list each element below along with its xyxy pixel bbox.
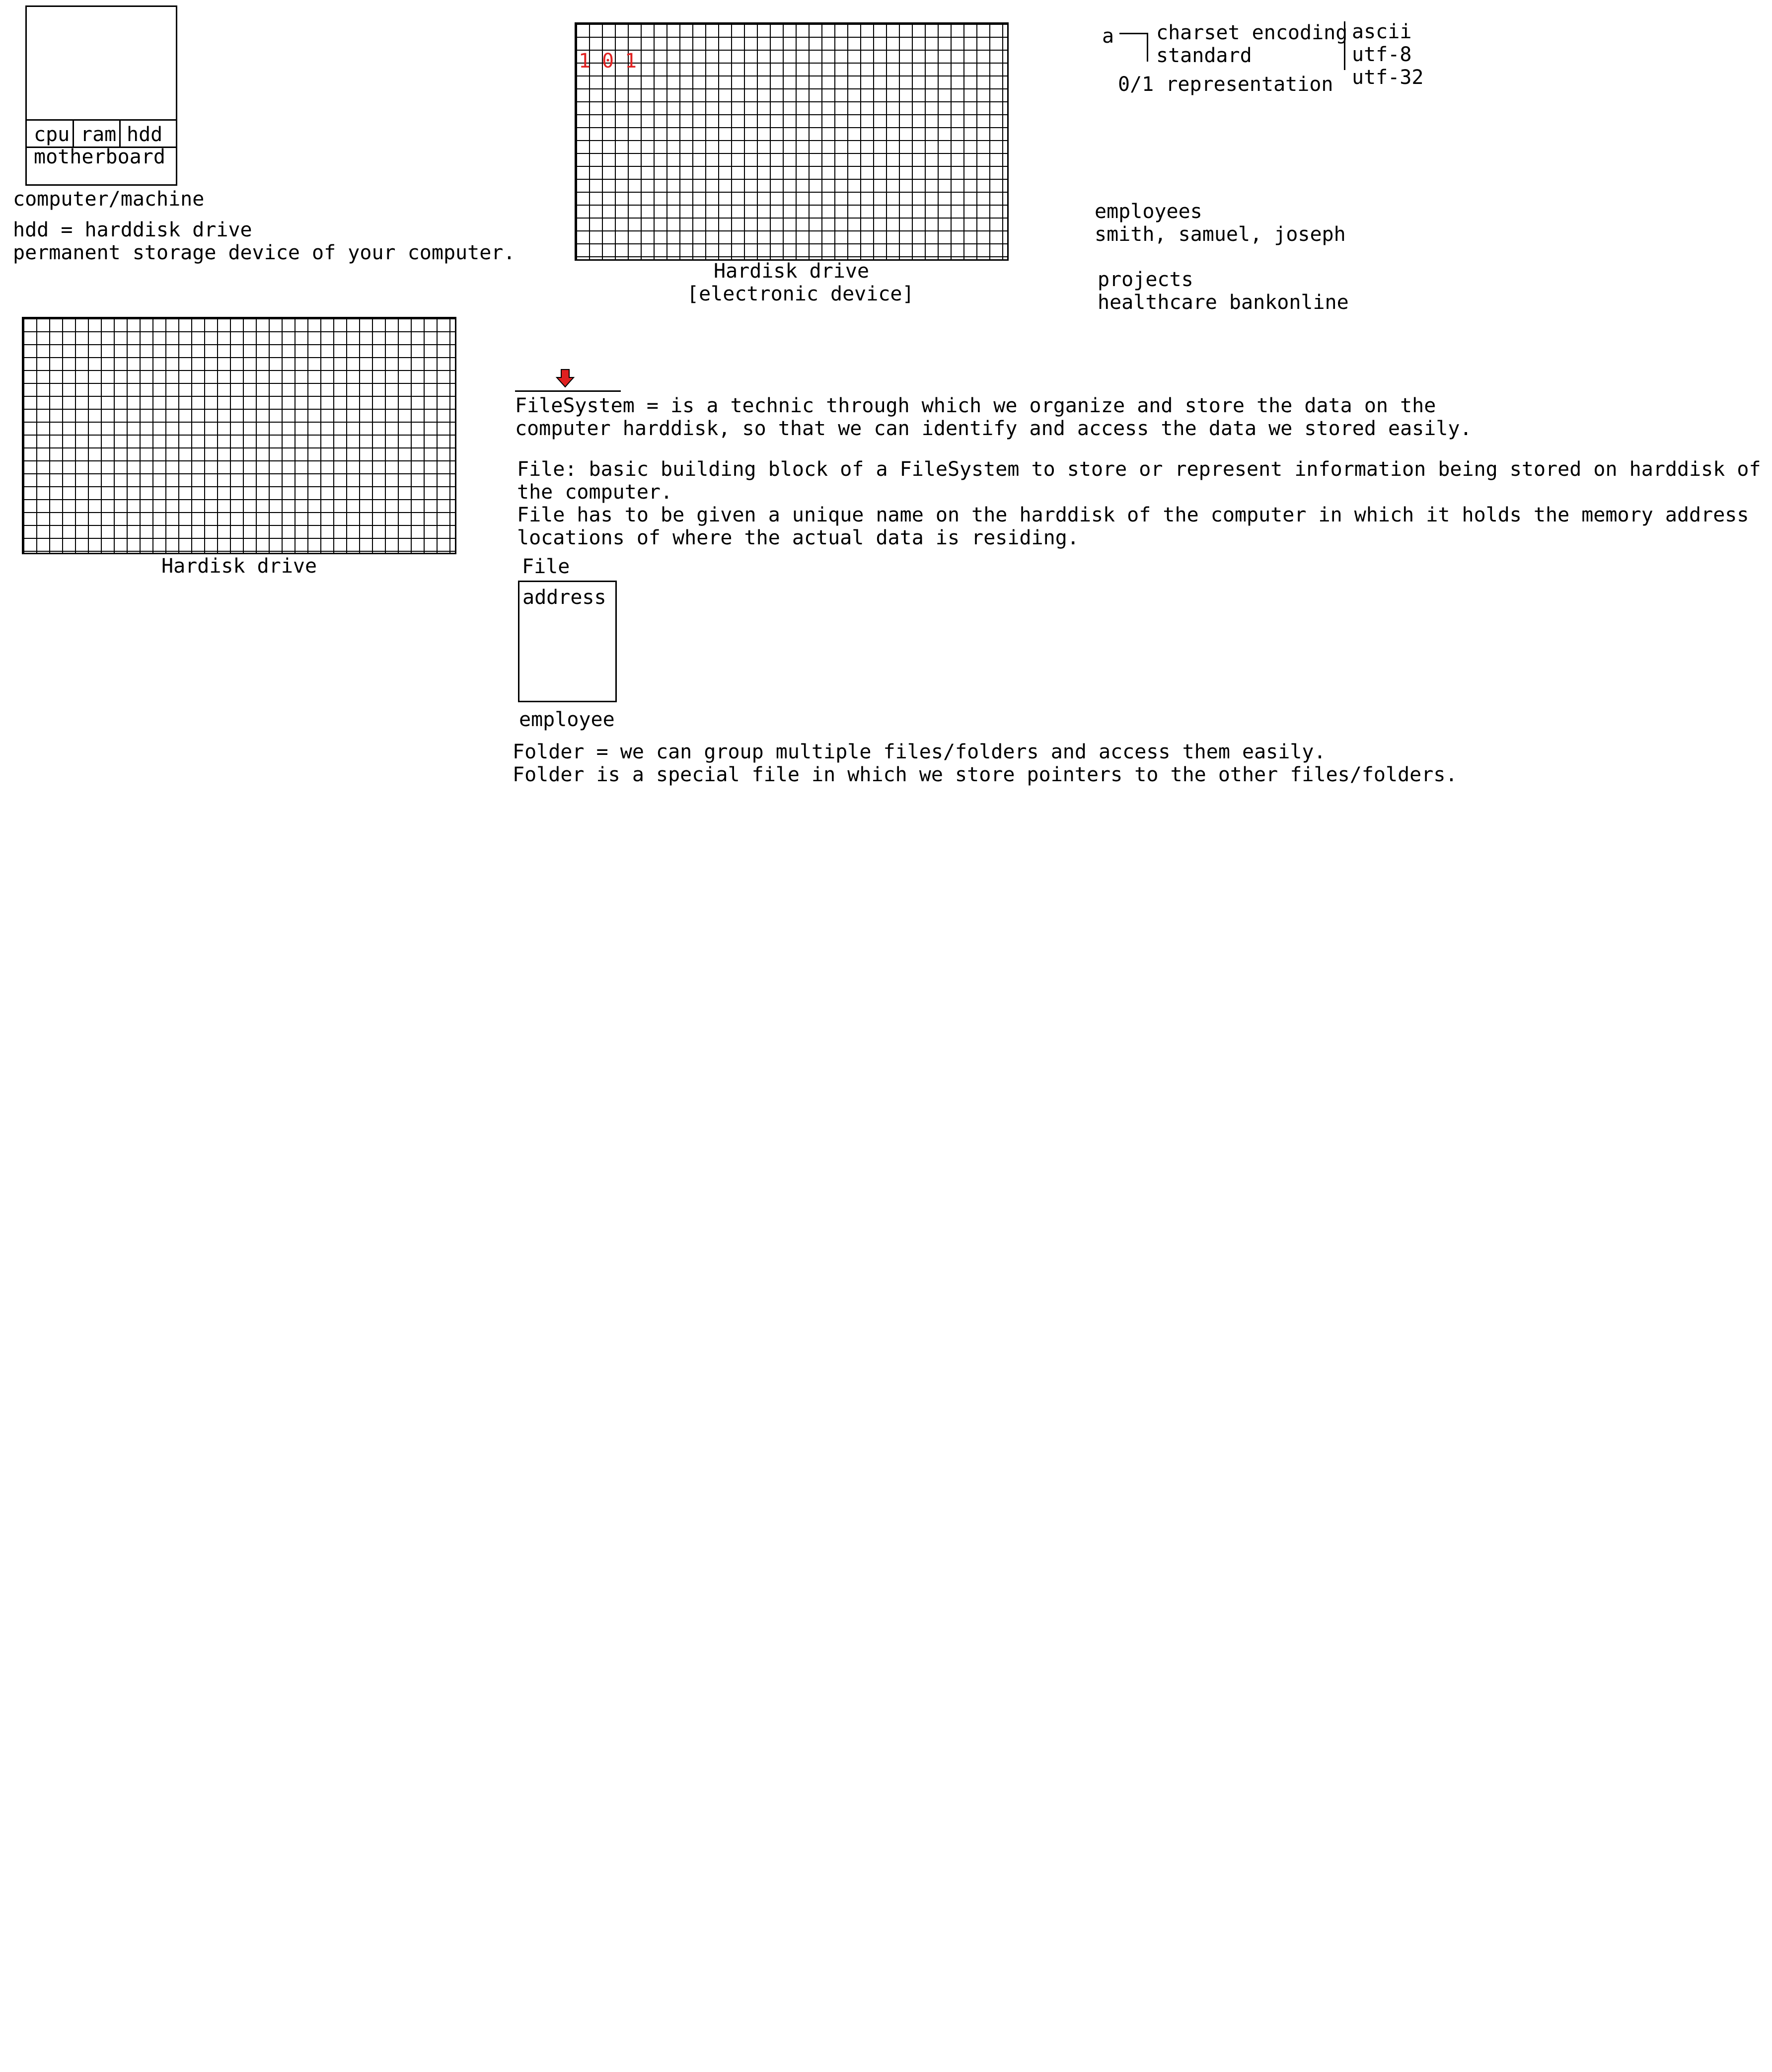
- encoding-connector-v: [1147, 33, 1148, 62]
- hdd-definition-line1: hdd = harddisk drive: [13, 219, 252, 241]
- encoding-standard-utf32: utf-32: [1352, 66, 1424, 89]
- encoding-standards-divider: [1344, 21, 1345, 70]
- harddisk-top-caption-line2: [electronic device]: [687, 283, 914, 305]
- computer-parts-top-divider: [25, 119, 177, 121]
- filesystem-line2: computer harddisk, so that we can identi…: [515, 417, 1472, 440]
- file-box-title: File: [522, 555, 570, 578]
- file-definition-line1: File: basic building block of a FileSyst…: [517, 458, 1761, 481]
- encoding-standard-ascii: ascii: [1352, 20, 1412, 43]
- file-definition-line2: the computer.: [517, 481, 673, 504]
- filesystem-underline: [515, 390, 621, 392]
- file-box-content: address: [522, 586, 606, 609]
- folder-definition-line2: Folder is a special file in which we sto…: [513, 763, 1458, 786]
- bit-2: 0: [602, 50, 614, 73]
- encoding-representation: 0/1 representation: [1118, 73, 1333, 96]
- filesystem-line1: FileSystem = is a technic through which …: [515, 394, 1436, 417]
- ram-hdd-divider: [119, 119, 121, 147]
- encoding-label-line2: standard: [1156, 44, 1252, 67]
- encoding-label-line1: charset encoding: [1156, 21, 1348, 44]
- projects-list: healthcare bankonline: [1098, 291, 1349, 314]
- encoding-connector-h: [1119, 33, 1148, 34]
- motherboard-label: motherboard: [34, 146, 165, 168]
- file-definition-line3: File has to be given a unique name on th…: [517, 504, 1749, 526]
- hdd-label: hdd: [127, 123, 163, 146]
- projects-title: projects: [1098, 268, 1193, 291]
- hdd-definition-line2: permanent storage device of your compute…: [13, 241, 516, 264]
- file-definition-line4: locations of where the actual data is re…: [517, 526, 1079, 549]
- cpu-label: cpu: [34, 123, 70, 146]
- down-arrow-icon: [555, 369, 575, 388]
- employees-list: smith, samuel, joseph: [1095, 223, 1346, 246]
- bit-1: 1: [579, 50, 591, 73]
- file-box-name: employee: [519, 708, 615, 731]
- encoding-char: a: [1102, 25, 1114, 48]
- cpu-ram-divider: [73, 119, 74, 147]
- employees-title: employees: [1095, 200, 1202, 223]
- harddisk-left-caption: Hardisk drive: [161, 555, 317, 578]
- folder-definition-line1: Folder = we can group multiple files/fol…: [513, 740, 1326, 763]
- computer-caption: computer/machine: [13, 188, 205, 211]
- harddisk-grid-top: [575, 22, 1009, 261]
- bit-3: 1: [625, 50, 637, 73]
- harddisk-top-caption-line1: Hardisk drive: [714, 260, 870, 283]
- ram-label: ram: [80, 123, 117, 146]
- harddisk-grid-left: [22, 317, 456, 554]
- encoding-standard-utf8: utf-8: [1352, 43, 1412, 66]
